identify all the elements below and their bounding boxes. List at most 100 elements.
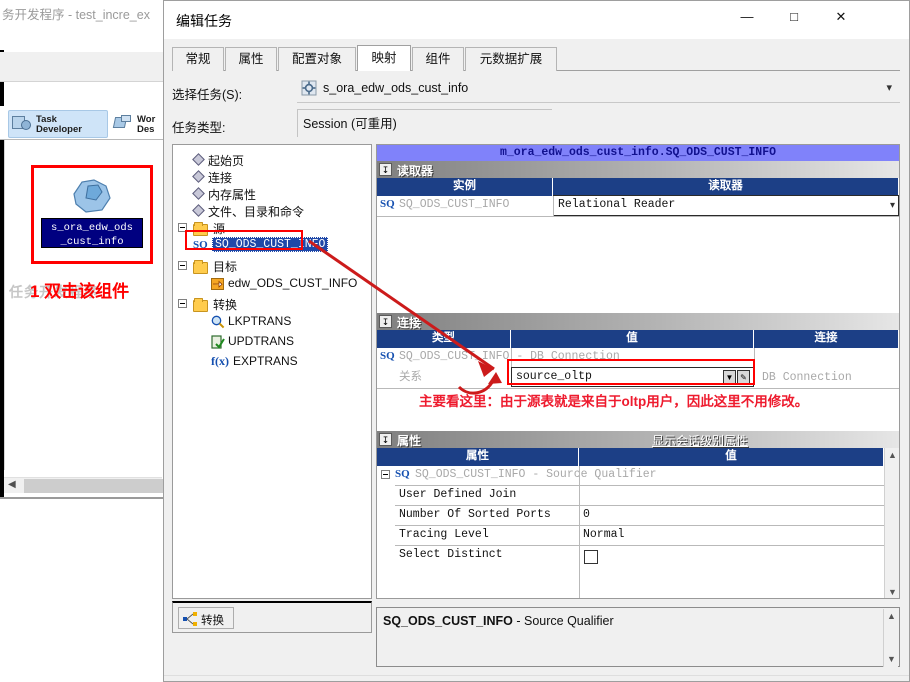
- connection-section-header: ↧ 连接: [377, 313, 899, 330]
- properties-row[interactable]: User Defined Join: [377, 486, 884, 505]
- expander-icon[interactable]: [178, 299, 187, 308]
- properties-col-attribute: 属性: [377, 448, 579, 466]
- lookup-icon: [211, 315, 225, 332]
- expander-icon[interactable]: [178, 261, 187, 270]
- properties-row[interactable]: Tracing Level Normal: [377, 526, 884, 545]
- workflow-manager-menubar[interactable]: 版本控制(N) 任务(K) 服务: [0, 28, 170, 76]
- worklet-designer-icon: [112, 115, 135, 133]
- reader-col-divider: [553, 196, 554, 216]
- scroll-down-arrow-icon[interactable]: ▼: [885, 585, 899, 598]
- session-node-label[interactable]: s_ora_edw_ods _cust_info: [41, 218, 143, 248]
- task-developer-icon: [12, 115, 34, 133]
- description-box[interactable]: SQ_ODS_CUST_INFO - Source Qualifier ▲ ▼: [376, 607, 900, 667]
- tab-components[interactable]: 组件: [412, 47, 464, 71]
- tree-item-label: edw_ODS_CUST_INFO: [228, 276, 358, 290]
- select-task-label: 选择任务(S):: [172, 88, 243, 102]
- select-task-combo[interactable]: s_ora_edw_ods_cust_info ▾: [297, 77, 900, 103]
- workflow-manager-toolbar[interactable]: ▾ 100% ▾: [0, 52, 170, 129]
- designer-tabs: Task Developer Wor Des: [0, 106, 170, 140]
- tree-item-label: 文件、目录和命令: [208, 205, 305, 219]
- reader-section-title: 读取器: [397, 164, 434, 178]
- session-node-icon[interactable]: [68, 176, 116, 216]
- folder-icon: [193, 298, 208, 312]
- dialog-titlebar[interactable]: 编辑任务 — □ ✕: [164, 1, 909, 39]
- tab-mapping[interactable]: 映射: [357, 45, 411, 71]
- annotation-box-connection-value: [507, 359, 755, 385]
- task-type-field: Session (可重用): [297, 109, 552, 137]
- property-name: Tracing Level: [399, 528, 489, 541]
- property-name: Select Distinct: [399, 548, 503, 561]
- connection-col-value: 值: [511, 330, 754, 348]
- tab-properties[interactable]: 属性: [225, 47, 277, 71]
- transform-button-bar: 转换: [172, 601, 372, 633]
- source-qualifier-icon: SQ: [380, 350, 395, 362]
- source-qualifier-icon: SQ: [380, 198, 395, 210]
- transform-button-label: 转换: [201, 615, 224, 627]
- annotation-connection-note: 主要看这里：由于源表就是来自于oltp用户，因此这里不用修改。: [419, 394, 809, 409]
- properties-group-label: SQ_ODS_CUST_INFO - Source Qualifier: [415, 468, 657, 481]
- target-icon: [211, 278, 224, 290]
- diamond-icon: [192, 153, 205, 166]
- tab-worklet-designer-label: Wor Des: [137, 114, 156, 135]
- connection-row-divider: [377, 388, 899, 389]
- source-qualifier-icon: SQ: [395, 468, 410, 480]
- connection-section-title: 连接: [397, 316, 422, 330]
- tab-general[interactable]: 常规: [172, 47, 224, 71]
- tab-task-developer-label: Task Developer: [36, 114, 82, 135]
- scroll-down-arrow-icon[interactable]: ▼: [884, 652, 899, 667]
- tree-item-label: 起始页: [208, 154, 245, 168]
- tab-task-developer[interactable]: Task Developer: [8, 110, 108, 138]
- close-icon: ✕: [835, 9, 847, 24]
- transform-button[interactable]: 转换: [178, 607, 234, 629]
- update-strategy-icon: [211, 335, 225, 352]
- minimize-button[interactable]: —: [724, 1, 770, 33]
- scroll-left-arrow-icon[interactable]: ◀: [8, 479, 16, 490]
- mapping-tree[interactable]: 起始页 连接 内存属性 文件、目录和命令 源 SQ SQ_ODS_CUST_IN…: [172, 144, 372, 599]
- workflow-manager-titlebar: 务开发程序 - test_incre_ex: [0, 0, 170, 28]
- reader-type-value: Relational Reader: [558, 198, 676, 211]
- properties-row[interactable]: Select Distinct: [377, 546, 884, 565]
- footer-separator: [164, 675, 909, 676]
- transform-icon: [183, 612, 197, 629]
- description-vertical-scrollbar[interactable]: ▲ ▼: [883, 609, 898, 667]
- maximize-button[interactable]: □: [771, 1, 817, 33]
- tab-config-object[interactable]: 配置对象: [278, 47, 356, 71]
- task-type-label: 任务类型:: [172, 121, 226, 135]
- chevron-down-icon[interactable]: ▾: [886, 81, 892, 94]
- properties-collapse-button[interactable]: ↧: [379, 433, 392, 446]
- description-text: SQ_ODS_CUST_INFO - Source Qualifier: [383, 614, 614, 628]
- scroll-up-arrow-icon[interactable]: ▲: [885, 448, 899, 463]
- description-bold: SQ_ODS_CUST_INFO: [383, 614, 513, 628]
- properties-row[interactable]: Number Of Sorted Ports 0: [377, 506, 884, 525]
- property-value: Normal: [583, 528, 625, 541]
- reader-collapse-button[interactable]: ↧: [379, 163, 392, 176]
- canvas-horizontal-scrollbar[interactable]: ◀: [4, 477, 164, 493]
- annotation-box-sq-node: [185, 230, 303, 250]
- expression-icon: f(x): [211, 354, 229, 368]
- tab-metadata-extensions[interactable]: 元数据扩展: [465, 47, 557, 71]
- annotation-double-click-hint: 1 双击该组件: [30, 282, 130, 301]
- tree-item-label: 连接: [208, 171, 233, 185]
- reader-type-combo[interactable]: Relational Reader ▾: [553, 195, 899, 216]
- properties-vertical-scrollbar[interactable]: ▲ ▼: [884, 448, 899, 598]
- scrollbar-thumb[interactable]: [24, 479, 164, 493]
- reader-col-reader: 读取器: [553, 178, 899, 196]
- connection-collapse-button[interactable]: ↧: [379, 315, 392, 328]
- tree-item-label: 目标: [213, 260, 238, 274]
- reader-instance-value: SQ_ODS_CUST_INFO: [399, 198, 510, 211]
- select-distinct-checkbox[interactable]: [584, 550, 598, 564]
- scroll-up-arrow-icon[interactable]: ▲: [884, 609, 899, 624]
- chevron-down-icon[interactable]: ▾: [890, 200, 895, 211]
- task-type-value: Session (可重用): [303, 117, 397, 131]
- tab-worklet-designer[interactable]: Wor Des: [112, 110, 170, 138]
- show-session-level-properties-link[interactable]: 显示会话级别属性: [652, 432, 748, 449]
- diamond-icon: [192, 170, 205, 183]
- tree-item-label: UPDTRANS: [228, 334, 295, 348]
- expander-icon[interactable]: [381, 470, 390, 479]
- connection-name-value: DB Connection: [762, 371, 852, 384]
- connection-col-connection: 连接: [754, 330, 899, 348]
- maximize-icon: □: [790, 9, 798, 24]
- close-button[interactable]: ✕: [818, 1, 864, 33]
- output-pane: [0, 497, 170, 682]
- property-name: User Defined Join: [399, 488, 517, 501]
